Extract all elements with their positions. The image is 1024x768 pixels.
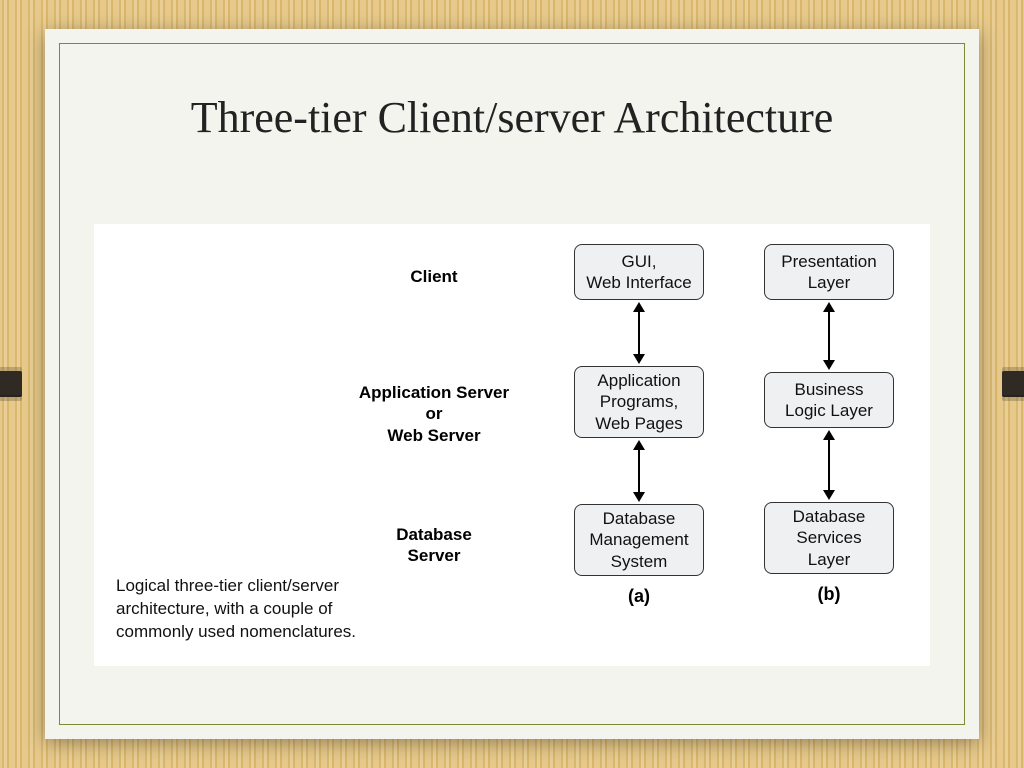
row-label-dbserver: DatabaseServer — [334, 524, 534, 567]
node-b-app: BusinessLogic Layer — [764, 372, 894, 428]
diagram-figure: Client Application ServerorWeb Server Da… — [94, 224, 930, 666]
column-b-label: (b) — [764, 584, 894, 605]
node-b-db: DatabaseServicesLayer — [764, 502, 894, 574]
column-a-label: (a) — [574, 586, 704, 607]
arrow-b-1 — [828, 304, 830, 368]
node-a-app: ApplicationPrograms,Web Pages — [574, 366, 704, 438]
slide-card: Three-tier Client/server Architecture Cl… — [45, 29, 979, 739]
clip-left — [0, 364, 22, 404]
arrow-b-2 — [828, 432, 830, 498]
column-b: PresentationLayer BusinessLogic Layer Da… — [764, 244, 894, 650]
arrow-a-2 — [638, 442, 640, 500]
node-a-client: GUI,Web Interface — [574, 244, 704, 300]
row-label-appserver: Application ServerorWeb Server — [334, 382, 534, 446]
slide-title: Three-tier Client/server Architecture — [60, 92, 964, 143]
node-b-client: PresentationLayer — [764, 244, 894, 300]
slide-inner-frame: Three-tier Client/server Architecture Cl… — [59, 43, 965, 725]
arrow-a-1 — [638, 304, 640, 362]
wood-background: Three-tier Client/server Architecture Cl… — [0, 0, 1024, 768]
row-label-client: Client — [334, 266, 534, 287]
column-a: GUI,Web Interface ApplicationPrograms,We… — [574, 244, 704, 650]
clip-right — [1002, 364, 1024, 404]
figure-caption: Logical three-tier client/server archite… — [116, 575, 386, 644]
node-a-db: DatabaseManagementSystem — [574, 504, 704, 576]
